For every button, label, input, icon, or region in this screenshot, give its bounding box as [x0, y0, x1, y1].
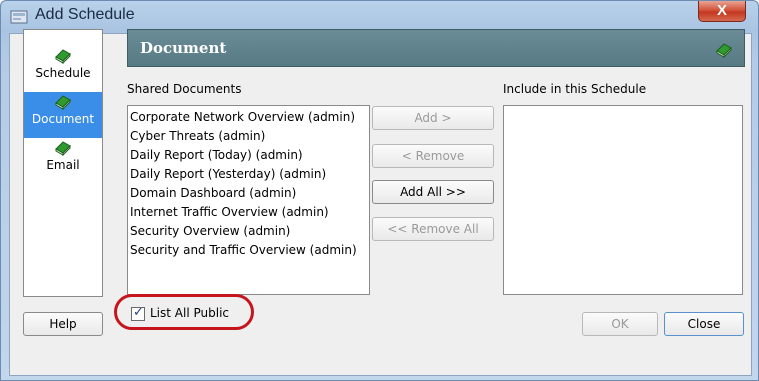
add-button[interactable]: Add > [372, 106, 494, 130]
remove-button[interactable]: < Remove [372, 144, 494, 168]
list-item[interactable]: Daily Report (Today) (admin) [130, 146, 369, 165]
checkbox[interactable]: ✓ [131, 305, 145, 321]
close-button[interactable]: Close [664, 312, 744, 336]
book-icon [716, 43, 732, 58]
list-item[interactable]: Internet Traffic Overview (admin) [130, 203, 369, 222]
section-header: Document [127, 29, 745, 67]
dialog-window: Add Schedule X Schedule Document Email D… [0, 0, 759, 381]
nav-item-label: Schedule [35, 66, 91, 80]
include-schedule-caption: Include in this Schedule [503, 82, 647, 96]
nav-item-email[interactable]: Email [24, 138, 102, 184]
app-icon [10, 10, 28, 24]
checkbox-label: List All Public [150, 306, 229, 320]
list-all-public-checkbox[interactable]: ✓ List All Public [124, 304, 243, 326]
list-item[interactable]: Cyber Threats (admin) [130, 127, 369, 146]
checkmark-icon: ✓ [133, 305, 144, 320]
help-button[interactable]: Help [23, 312, 103, 336]
book-icon [55, 141, 71, 156]
remove-all-button[interactable]: << Remove All [372, 217, 494, 241]
close-icon: X [716, 2, 727, 19]
include-schedule-list[interactable] [503, 105, 743, 295]
nav-item-label: Email [46, 158, 80, 172]
side-nav: Schedule Document Email [23, 29, 103, 297]
list-item[interactable]: Daily Report (Yesterday) (admin) [130, 165, 369, 184]
list-item[interactable]: Domain Dashboard (admin) [130, 184, 369, 203]
add-all-button[interactable]: Add All >> [372, 180, 494, 204]
nav-item-document[interactable]: Document [24, 92, 102, 138]
list-item[interactable]: Security Overview (admin) [130, 222, 369, 241]
list-item[interactable]: Security and Traffic Overview (admin) [130, 241, 369, 260]
window-close-button[interactable]: X [698, 1, 746, 22]
nav-item-schedule[interactable]: Schedule [24, 46, 102, 92]
book-icon [55, 95, 71, 110]
book-icon [55, 49, 71, 64]
shared-documents-list[interactable]: Corporate Network Overview (admin) Cyber… [127, 105, 370, 295]
window-title: Add Schedule [35, 6, 135, 23]
nav-item-label: Document [31, 112, 95, 126]
list-item[interactable]: Corporate Network Overview (admin) [130, 108, 369, 127]
shared-documents-caption: Shared Documents [127, 82, 242, 96]
ok-button[interactable]: OK [582, 312, 658, 336]
section-title: Document [140, 39, 227, 57]
